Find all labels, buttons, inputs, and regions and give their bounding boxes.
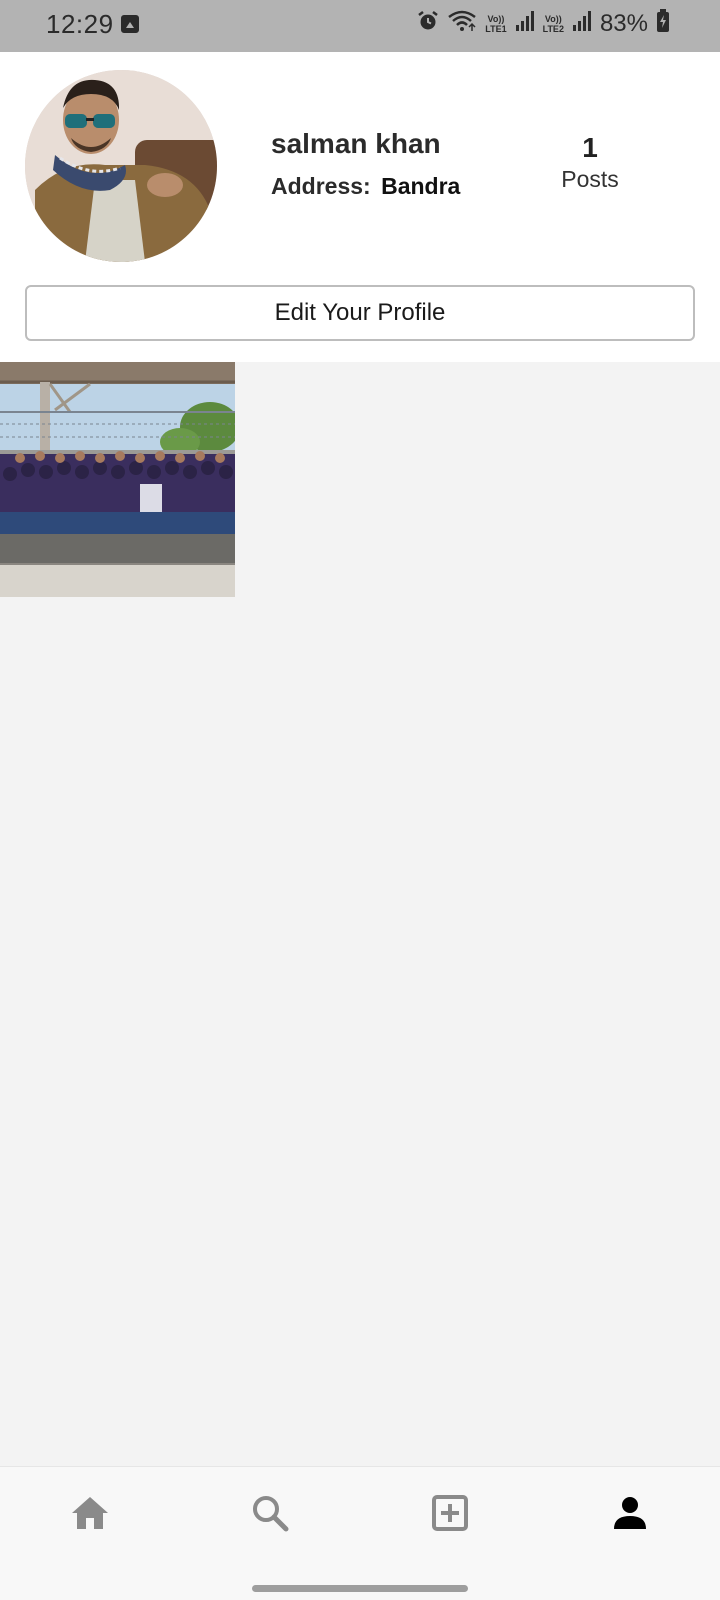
address-value: Bandra bbox=[381, 173, 461, 199]
status-icons: Vo)) LTE1 Vo)) LTE2 83% bbox=[417, 9, 670, 38]
profile-icon bbox=[612, 1495, 648, 1536]
nav-home[interactable] bbox=[60, 1485, 120, 1545]
gallery-icon bbox=[121, 15, 139, 33]
sim1-lte-label: LTE1 bbox=[485, 23, 507, 34]
avatar[interactable] bbox=[25, 70, 217, 262]
search-icon bbox=[251, 1494, 289, 1537]
nav-add-post[interactable] bbox=[420, 1485, 480, 1545]
profile-screen: 12:29 Vo)) LTE1 Vo)) LTE2 83% salman kha… bbox=[0, 0, 720, 1600]
nav-search[interactable] bbox=[240, 1485, 300, 1545]
signal-icon bbox=[572, 10, 592, 37]
address-label: Address: bbox=[271, 173, 371, 199]
address-row: Address: Bandra bbox=[271, 173, 460, 200]
nav-profile[interactable] bbox=[600, 1485, 660, 1545]
edit-profile-button[interactable]: Edit Your Profile bbox=[25, 285, 695, 341]
lte1-label: Vo)) LTE1 bbox=[485, 14, 506, 34]
profile-header: salman khan Address: Bandra 1 Posts Edit… bbox=[0, 52, 720, 362]
posts-count: 1 bbox=[582, 132, 598, 163]
wifi-icon bbox=[447, 9, 477, 38]
status-bar: 12:29 Vo)) LTE1 Vo)) LTE2 83% bbox=[0, 0, 720, 52]
home-icon bbox=[70, 1495, 110, 1536]
battery-percent: 83% bbox=[599, 9, 648, 37]
posts-label: Posts bbox=[561, 166, 619, 192]
username: salman khan bbox=[271, 128, 441, 159]
post-thumbnail[interactable] bbox=[0, 362, 235, 597]
lte2-label: Vo)) LTE2 bbox=[543, 14, 564, 34]
alarm-icon bbox=[417, 10, 439, 37]
battery-charging-icon bbox=[656, 9, 670, 38]
bottom-nav bbox=[0, 1466, 720, 1600]
posts-stat[interactable]: 1 Posts bbox=[540, 132, 640, 193]
sim2-lte-label: LTE2 bbox=[542, 23, 564, 34]
posts-grid bbox=[0, 362, 720, 1466]
sim2-volte-label: Vo)) bbox=[544, 13, 562, 24]
home-indicator[interactable] bbox=[252, 1585, 468, 1592]
status-time: 12:29 bbox=[46, 9, 114, 39]
add-post-icon bbox=[431, 1494, 469, 1537]
sim1-volte-label: Vo)) bbox=[487, 13, 505, 24]
signal-icon bbox=[515, 10, 535, 37]
